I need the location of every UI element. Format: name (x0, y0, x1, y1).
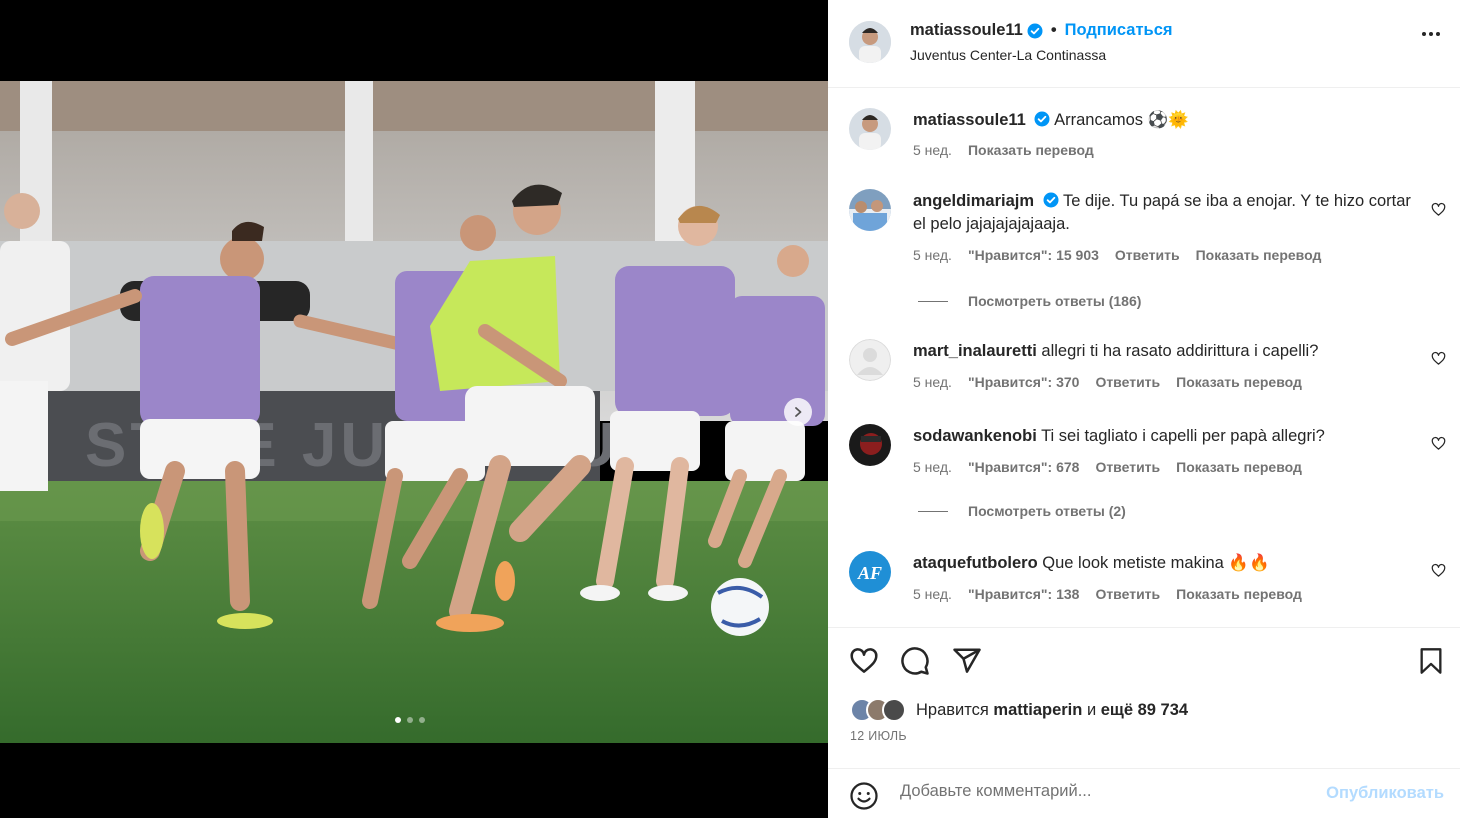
comment-username[interactable]: angeldimariajm (913, 192, 1034, 210)
chevron-right-icon (795, 407, 802, 417)
separator-dot: • (1050, 21, 1057, 39)
comment-text: Ti sei tagliato i capelli per papà alleg… (1041, 427, 1325, 445)
comment-username[interactable]: mart_inalauretti (913, 342, 1037, 360)
translate-button[interactable]: Показать перевод (968, 142, 1094, 158)
commenter-avatar[interactable] (849, 189, 891, 231)
reply-button[interactable]: Ответить (1115, 247, 1180, 263)
share-send-icon[interactable] (952, 646, 982, 676)
verified-badge-icon (1034, 111, 1050, 127)
liker-avatars[interactable] (850, 698, 906, 722)
like-comment-heart-icon[interactable] (1431, 563, 1446, 578)
comment-likes[interactable]: "Нравится": 678 (968, 459, 1079, 475)
avatar (882, 698, 906, 722)
post-sidebar: matiassoule11 • Подписаться Juventus Cen… (828, 0, 1460, 818)
reply-button[interactable]: Ответить (1095, 459, 1160, 475)
likes-summary: Нравится mattiaperin и ещё 89 734 (850, 698, 1188, 722)
comment-likes[interactable]: "Нравится": 370 (968, 374, 1079, 390)
like-heart-icon[interactable] (849, 646, 879, 676)
svg-text:AF: AF (857, 563, 882, 583)
author-avatar[interactable] (849, 21, 891, 63)
reply-button[interactable]: Ответить (1095, 374, 1160, 390)
add-comment-bar: Опубликовать (828, 768, 1460, 818)
view-replies-button[interactable]: Посмотреть ответы (186) (918, 293, 1141, 309)
translate-button[interactable]: Показать перевод (1176, 459, 1302, 475)
post-header: matiassoule11 • Подписаться Juventus Cen… (828, 0, 1460, 88)
more-options-button[interactable] (1422, 32, 1440, 36)
carousel-dot[interactable] (407, 717, 413, 723)
comment-username[interactable]: sodawankenobi (913, 427, 1037, 445)
publish-button[interactable]: Опубликовать (1326, 784, 1444, 803)
translate-button[interactable]: Показать перевод (1196, 247, 1322, 263)
comment-time[interactable]: 5 нед. (913, 247, 952, 263)
view-replies-label: Посмотреть ответы (2) (968, 503, 1126, 519)
carousel-dot[interactable] (395, 717, 401, 723)
reply-button[interactable]: Ответить (1095, 586, 1160, 602)
likes-and: и (1086, 700, 1097, 719)
comment-likes[interactable]: "Нравится": 138 (968, 586, 1079, 602)
commenter-avatar[interactable] (849, 424, 891, 466)
liked-by-user[interactable]: mattiaperin (993, 701, 1082, 720)
translate-button[interactable]: Показать перевод (1176, 374, 1302, 390)
carousel-dots (395, 717, 425, 723)
post-photo[interactable]: STILE JUVENTUS (0, 81, 828, 743)
next-slide-button[interactable] (784, 398, 812, 426)
caption-username[interactable]: matiassoule11 (913, 111, 1026, 129)
emoji-smiley-icon[interactable] (849, 781, 879, 811)
commenter-avatar[interactable] (849, 339, 891, 381)
comment-input[interactable] (900, 782, 1300, 801)
caption-text: Arrancamos ⚽🌞 (1054, 111, 1189, 129)
view-replies-label: Посмотреть ответы (186) (968, 293, 1142, 309)
comment-time[interactable]: 5 нед. (913, 374, 952, 390)
post-location[interactable]: Juventus Center-La Continassa (910, 47, 1106, 63)
comments-list: matiassoule11 Arrancamos ⚽🌞 5 нед. Показ… (828, 89, 1460, 627)
follow-button[interactable]: Подписаться (1065, 21, 1173, 40)
caption-time[interactable]: 5 нед. (913, 142, 952, 158)
verified-badge-icon (1043, 192, 1059, 208)
author-avatar[interactable] (849, 108, 891, 150)
like-comment-heart-icon[interactable] (1431, 351, 1446, 366)
verified-badge-icon (1027, 23, 1043, 39)
author-username[interactable]: matiassoule11 (910, 21, 1023, 40)
comment-time[interactable]: 5 нед. (913, 586, 952, 602)
carousel-dot[interactable] (419, 717, 425, 723)
post-actions: Нравится mattiaperin и ещё 89 734 12 ИЮЛ… (828, 627, 1460, 818)
bookmark-icon[interactable] (1418, 647, 1444, 675)
comment-username[interactable]: ataquefutbolero (913, 554, 1038, 572)
commenter-avatar[interactable]: AF (849, 551, 891, 593)
comment-text: allegri ti ha rasato addirittura i capel… (1041, 342, 1319, 360)
like-comment-heart-icon[interactable] (1431, 202, 1446, 217)
like-comment-heart-icon[interactable] (1431, 436, 1446, 451)
post-media: STILE JUVENTUS (0, 0, 828, 818)
post-date[interactable]: 12 ИЮЛЬ (850, 729, 907, 743)
comment-time[interactable]: 5 нед. (913, 459, 952, 475)
more-horizontal-icon (1422, 32, 1426, 36)
translate-button[interactable]: Показать перевод (1176, 586, 1302, 602)
comment-bubble-icon[interactable] (900, 646, 930, 676)
likes-prefix: Нравится (916, 700, 989, 719)
comment-likes[interactable]: "Нравится": 15 903 (968, 247, 1099, 263)
comment-text: Que look metiste makina 🔥🔥 (1042, 554, 1270, 572)
view-replies-button[interactable]: Посмотреть ответы (2) (918, 503, 1126, 519)
likes-count[interactable]: ещё 89 734 (1101, 701, 1188, 720)
